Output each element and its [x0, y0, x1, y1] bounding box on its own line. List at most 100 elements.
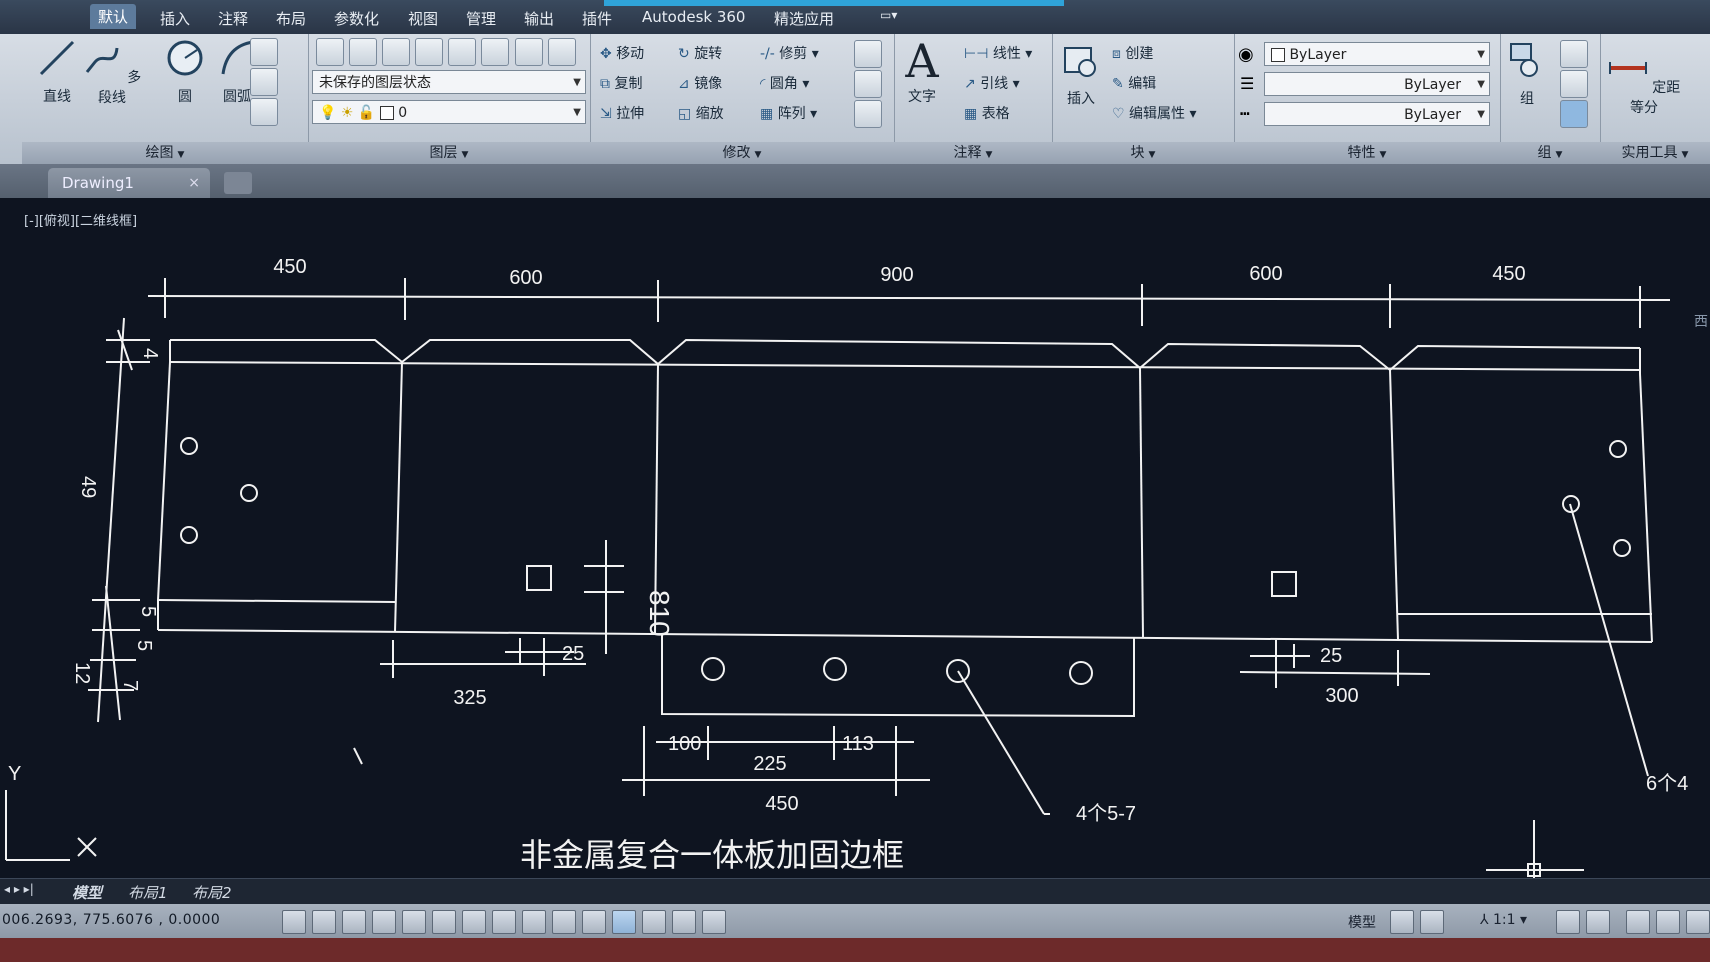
viewcube-west-label[interactable]: 西 — [1694, 313, 1708, 329]
layer-isolate-icon[interactable] — [382, 38, 411, 66]
color-combo[interactable]: ByLayer ▼ — [1264, 42, 1490, 66]
infer-constraints-icon[interactable] — [282, 910, 306, 934]
tab-layout2[interactable]: 布局2 — [192, 882, 232, 903]
explode-icon[interactable] — [854, 70, 882, 98]
panel-modify-title[interactable]: 修改 ▼ — [590, 142, 894, 164]
workspace-gear-icon[interactable] — [1626, 910, 1650, 934]
panel-layers-title[interactable]: 图层 ▼ — [308, 142, 590, 164]
color-wheel-icon[interactable]: ◉ — [1238, 44, 1254, 65]
panel-utilities-title[interactable]: 实用工具 ▼ — [1600, 142, 1710, 164]
lock-ui-icon[interactable] — [1656, 910, 1680, 934]
rectangle-icon[interactable] — [250, 38, 278, 66]
offset-icon[interactable] — [854, 100, 882, 128]
line-button[interactable]: 直线 — [32, 38, 82, 106]
annotation-monitor-icon[interactable] — [702, 910, 726, 934]
layer-off-icon[interactable] — [349, 38, 378, 66]
3d-object-snap-icon[interactable] — [462, 910, 486, 934]
layer-previous-icon[interactable] — [514, 38, 543, 66]
leader-button[interactable]: ↗ 引线 ▾ — [964, 72, 1020, 96]
dynamic-input-icon[interactable] — [552, 910, 576, 934]
layout-nav-arrows-icon[interactable]: ◂ ▸ ▸| — [4, 882, 34, 896]
layer-properties-icon[interactable] — [316, 38, 344, 66]
tab-model[interactable]: 模型 — [72, 882, 102, 903]
group-select-icon[interactable] — [1560, 100, 1588, 128]
auto-scale-icon[interactable] — [1586, 910, 1610, 934]
edit-block-button[interactable]: ✎ 编辑 — [1112, 72, 1156, 96]
tab-autodesk360[interactable]: Autodesk 360 — [642, 8, 745, 26]
linear-dim-button[interactable]: ⊢⊣ 线性 ▾ — [964, 42, 1032, 66]
circle-button[interactable]: 圆 — [160, 38, 210, 106]
ellipse-icon[interactable] — [250, 68, 278, 96]
layer-unisolate-icon[interactable] — [547, 38, 576, 66]
edit-attributes-button[interactable]: ♡ 编辑属性 ▾ — [1112, 102, 1197, 126]
move-button[interactable]: ✥ 移动 — [600, 42, 644, 66]
ungroup-icon[interactable] — [1560, 40, 1588, 68]
tab-parametric[interactable]: 参数化 — [334, 8, 379, 29]
text-button[interactable]: A 文字 — [900, 36, 944, 106]
new-tab-button[interactable] — [224, 172, 252, 194]
object-snap-tracking-icon[interactable] — [492, 910, 516, 934]
insert-block-button[interactable]: 插入 — [1058, 40, 1104, 108]
fillet-button[interactable]: ◜ 圆角 ▾ — [760, 72, 809, 96]
panel-block-title[interactable]: 块 ▼ — [1052, 142, 1234, 164]
tab-featured-apps[interactable]: 精选应用 — [774, 8, 834, 29]
tab-insert[interactable]: 插入 — [160, 8, 190, 29]
layer-match-icon[interactable] — [481, 38, 510, 66]
ortho-mode-icon[interactable] — [372, 910, 396, 934]
group-button[interactable]: 组 — [1504, 40, 1550, 108]
dynamic-ucs-icon[interactable] — [522, 910, 546, 934]
lineweight-toggle-icon[interactable] — [582, 910, 606, 934]
isolate-objects-icon[interactable] — [1686, 910, 1710, 934]
tab-manage[interactable]: 管理 — [466, 8, 496, 29]
panel-annotation-title[interactable]: 注释 ▼ — [894, 142, 1052, 164]
drawing-canvas[interactable]: 450 600 900 600 450 4 49 5 5 12 7 25 325… — [0, 198, 1710, 878]
array-button[interactable]: ▦ 阵列 ▾ — [760, 102, 817, 126]
scale-button[interactable]: ◱ 缩放 — [678, 102, 724, 126]
snap-mode-icon[interactable] — [312, 910, 336, 934]
annotation-visibility-icon[interactable] — [1556, 910, 1580, 934]
tab-layout1[interactable]: 布局1 — [128, 882, 168, 903]
create-block-button[interactable]: ⧈ 创建 — [1112, 42, 1153, 66]
tab-default[interactable]: 默认 — [90, 4, 137, 29]
tab-plugins[interactable]: 插件 — [582, 8, 612, 29]
tab-annotate[interactable]: 注释 — [218, 8, 248, 29]
grid-display-icon[interactable] — [342, 910, 366, 934]
table-button[interactable]: ▦ 表格 — [964, 102, 1010, 126]
model-space-button[interactable]: 模型 — [1348, 912, 1376, 932]
measure-button[interactable]: 定距等分 — [1604, 48, 1684, 117]
polar-tracking-icon[interactable] — [402, 910, 426, 934]
quick-view-drawings-icon[interactable] — [1420, 910, 1444, 934]
quick-properties-icon[interactable] — [642, 910, 666, 934]
panel-draw-title[interactable]: 绘图 ▼ — [22, 142, 308, 164]
quick-view-layouts-icon[interactable] — [1390, 910, 1414, 934]
document-tab[interactable]: Drawing1 × — [48, 168, 210, 198]
layer-state-combo[interactable]: 未保存的图层状态 ▼ — [312, 70, 586, 94]
object-snap-icon[interactable] — [432, 910, 456, 934]
linetype-combo[interactable]: ByLayer ▼ — [1264, 102, 1490, 126]
current-layer-combo[interactable]: 💡 ☀ 🔓 0 ▼ — [312, 100, 586, 124]
close-tab-icon[interactable]: × — [188, 168, 200, 198]
layer-freeze-icon[interactable] — [415, 38, 444, 66]
hatch-icon[interactable] — [250, 98, 278, 126]
annotation-scale[interactable]: ⅄ 1:1 ▾ — [1480, 912, 1527, 928]
tab-output[interactable]: 输出 — [524, 8, 554, 29]
tab-layout[interactable]: 布局 — [276, 8, 306, 29]
polyline-button[interactable]: 多段线 — [82, 38, 142, 107]
linetype-icon[interactable]: ┅ — [1240, 104, 1250, 123]
panel-properties-title[interactable]: 特性 ▼ — [1234, 142, 1500, 164]
lineweight-icon[interactable]: ☰ — [1240, 74, 1254, 93]
copy-button[interactable]: ⧉ 复制 — [600, 72, 642, 96]
layer-lock-icon[interactable] — [448, 38, 477, 66]
panel-groups-title[interactable]: 组 ▼ — [1500, 142, 1600, 164]
mirror-button[interactable]: ⊿ 镜像 — [678, 72, 722, 96]
transparency-icon[interactable] — [612, 910, 636, 934]
tab-view[interactable]: 视图 — [408, 8, 438, 29]
tab-overflow-icon[interactable]: ▭▾ — [880, 8, 897, 22]
stretch-button[interactable]: ⇲ 拉伸 — [600, 102, 644, 126]
erase-icon[interactable] — [854, 40, 882, 68]
trim-button[interactable]: -/- 修剪 ▾ — [760, 42, 819, 66]
rotate-button[interactable]: ↻ 旋转 — [678, 42, 722, 66]
lineweight-combo[interactable]: ByLayer ▼ — [1264, 72, 1490, 96]
selection-cycling-icon[interactable] — [672, 910, 696, 934]
group-edit-icon[interactable] — [1560, 70, 1588, 98]
